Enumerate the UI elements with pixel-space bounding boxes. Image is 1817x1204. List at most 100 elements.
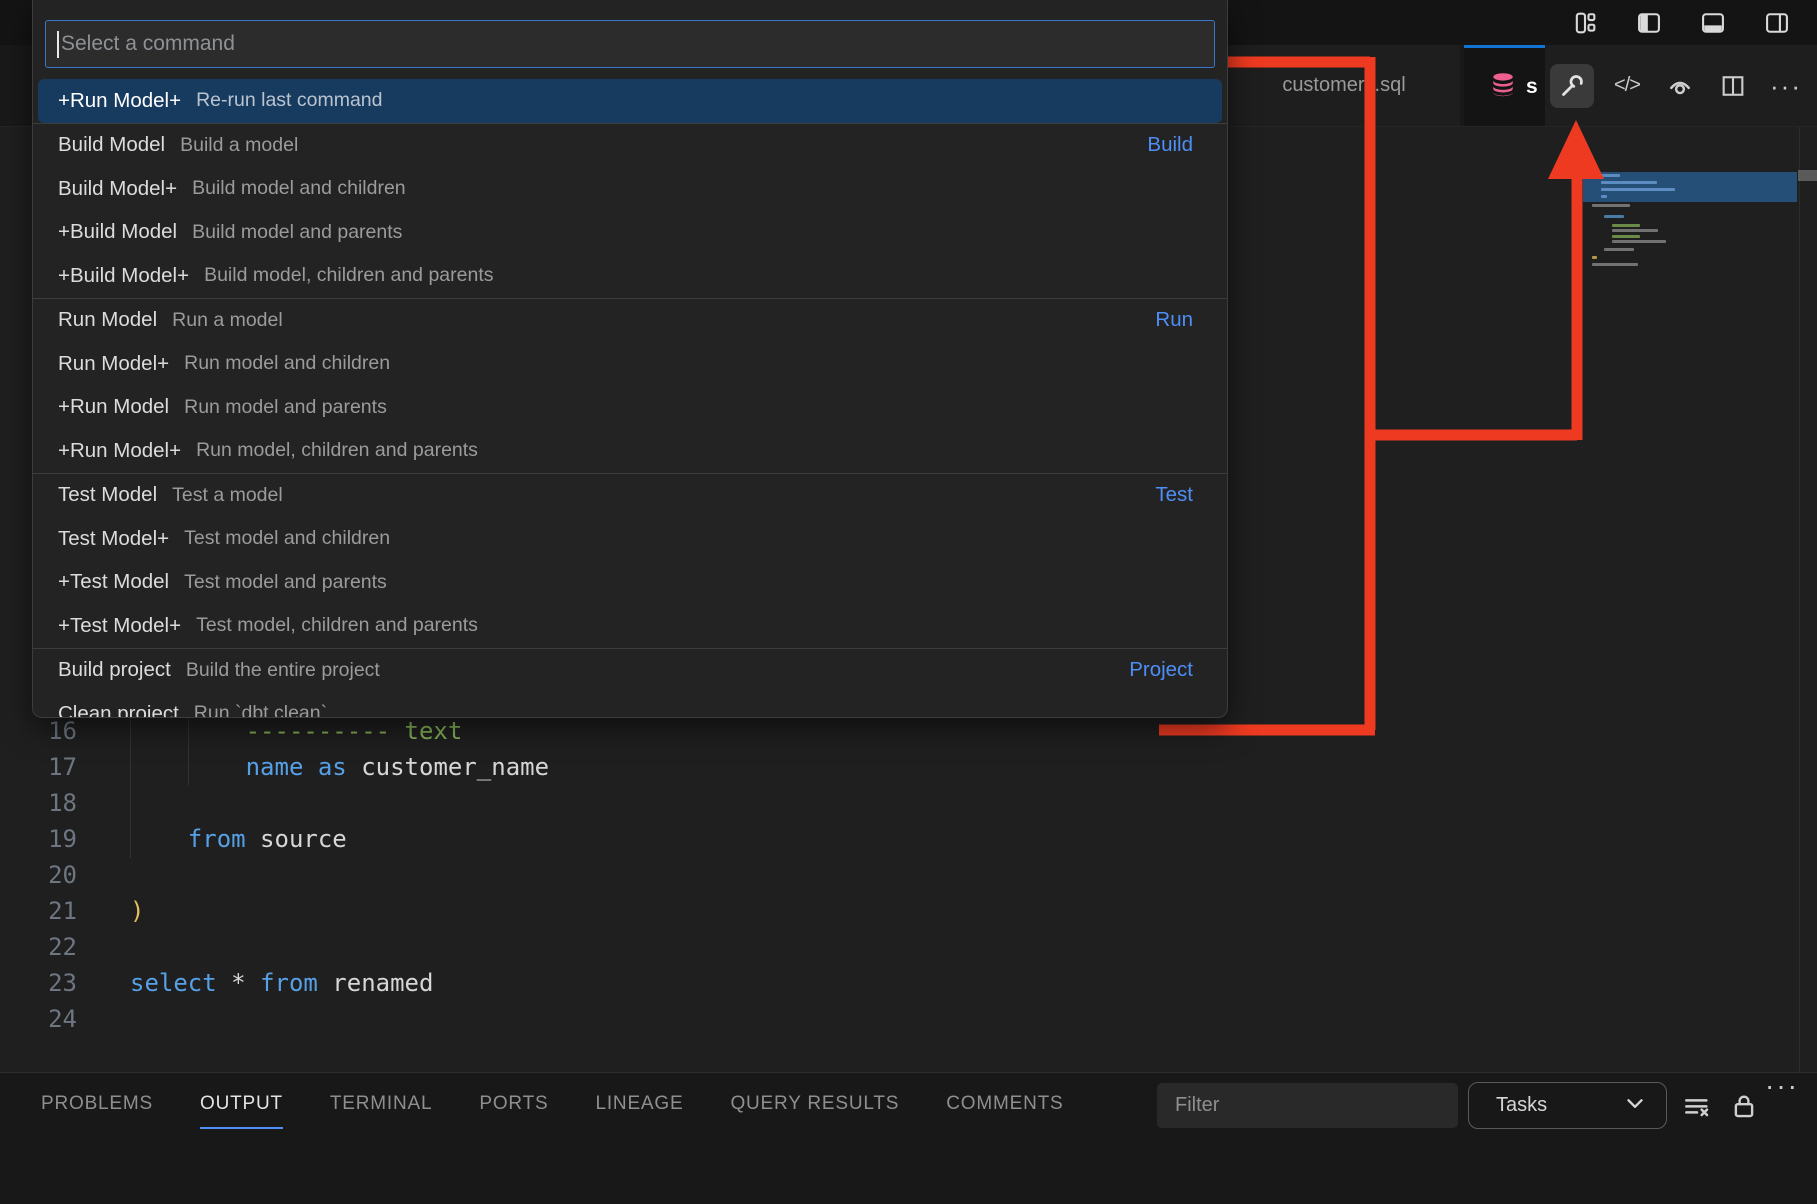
palette-item[interactable]: +Build ModelBuild model and parents <box>38 211 1222 255</box>
toggle-panel-icon[interactable] <box>1693 3 1733 43</box>
palette-item-description: Test a model <box>172 484 283 507</box>
palette-item-description: Re-run last command <box>196 89 382 112</box>
palette-item-action-link[interactable]: Build <box>1147 133 1193 157</box>
lock-icon[interactable] <box>1729 1091 1759 1126</box>
split-editor-icon[interactable] <box>1713 66 1753 106</box>
panel-tab-query-results[interactable]: QUERY RESULTS <box>730 1073 899 1135</box>
tasks-dropdown[interactable]: Tasks <box>1468 1082 1667 1129</box>
palette-item-description: Test model and parents <box>184 571 387 594</box>
code-icon[interactable]: </> <box>1607 66 1647 106</box>
code-line[interactable]: 23select * from renamed <box>0 965 1500 1001</box>
minimap-line <box>1612 240 1666 243</box>
palette-item-action-link[interactable]: Project <box>1129 658 1193 682</box>
minimap-line <box>1601 181 1657 184</box>
palette-item[interactable]: +Run Model Run model and parents <box>38 386 1222 430</box>
panel-tabs: PROBLEMS OUTPUT TERMINAL PORTS LINEAGE QUERY … <box>41 1073 1063 1135</box>
palette-item[interactable]: +Run Model+Re-run last command <box>38 79 1222 123</box>
palette-item[interactable]: +Test Model Test model and parents <box>38 561 1222 605</box>
code-text: ) <box>130 893 144 929</box>
toggle-sidebar-left-icon[interactable] <box>1629 3 1669 43</box>
command-input[interactable]: Select a command <box>45 20 1215 68</box>
palette-item[interactable]: Test Model+ Test model and children <box>38 517 1222 561</box>
panel-tab-terminal[interactable]: TERMINAL <box>330 1073 432 1135</box>
palette-item-description: Run model and parents <box>184 396 387 419</box>
code-line[interactable]: 17 name as customer_name <box>0 749 1500 785</box>
indent-guide <box>188 715 189 785</box>
editor-actions-toolbar: </> ··· <box>1545 45 1817 126</box>
app-window: customers.sql s </> <box>0 0 1817 1204</box>
palette-item[interactable]: +Run Model+Run model, children and paren… <box>38 429 1222 473</box>
palette-item[interactable]: Run ModelRun a modelRun <box>38 299 1222 343</box>
minimap-line <box>1604 215 1624 218</box>
code-line[interactable]: 20 <box>0 857 1500 893</box>
scrollbar-track <box>1799 127 1800 1072</box>
palette-item-label: Test Model <box>58 483 157 507</box>
palette-item-description: Test model, children and parents <box>196 614 478 637</box>
more-icon[interactable]: ··· <box>1765 1081 1799 1100</box>
command-palette: Select a command +Run Model+Re-run last … <box>32 0 1228 718</box>
palette-item[interactable]: +Build Model+Build model, children and p… <box>38 254 1222 298</box>
palette-item[interactable]: Run Model+Run model and children <box>38 342 1222 386</box>
palette-item-label: +Test Model+ <box>58 614 181 638</box>
palette-item-description: Build the entire project <box>186 659 380 682</box>
minimap-slider[interactable] <box>1798 170 1817 181</box>
panel-tab-lineage[interactable]: LINEAGE <box>595 1073 683 1135</box>
palette-item-description: Run model and children <box>184 352 390 375</box>
palette-list: +Run Model+Re-run last commandBuild Mode… <box>33 79 1227 718</box>
palette-item-label: Test Model+ <box>58 527 169 551</box>
minimap-line <box>1592 204 1630 207</box>
minimap-line <box>1601 188 1675 191</box>
palette-item-action-link[interactable]: Test <box>1155 483 1193 507</box>
line-number: 17 <box>0 749 77 785</box>
tab-customers-sql[interactable]: customers.sql <box>1228 45 1460 126</box>
minimap-line <box>1612 224 1640 227</box>
palette-item-label: Build project <box>58 658 171 682</box>
code-text: from source <box>130 821 347 857</box>
palette-item-label: Clean project <box>58 702 179 718</box>
clear-output-icon[interactable] <box>1681 1091 1713 1128</box>
line-number: 16 <box>0 713 77 749</box>
wrench-icon[interactable] <box>1550 64 1594 108</box>
line-number: 21 <box>0 893 77 929</box>
code-line[interactable]: 22 <box>0 929 1500 965</box>
code-text: name as customer_name <box>130 749 549 785</box>
palette-item-description: Test model and children <box>184 527 390 550</box>
palette-item-action-link[interactable]: Run <box>1155 308 1193 332</box>
customize-layout-icon[interactable] <box>1565 3 1605 43</box>
palette-item[interactable]: Build Model Build a model Build <box>38 124 1222 168</box>
minimap-line <box>1592 263 1638 266</box>
minimap-line <box>1592 256 1597 259</box>
palette-item-label: +Run Model <box>58 395 169 419</box>
code-line[interactable]: 21) <box>0 893 1500 929</box>
palette-item-label: Build Model <box>58 133 165 157</box>
palette-item-description: Run a model <box>172 309 283 332</box>
palette-item[interactable]: Test Model Test a model Test <box>38 474 1222 518</box>
code-text: ---------- text <box>130 713 462 749</box>
palette-item-description: Run `dbt clean` <box>194 702 327 718</box>
palette-item[interactable]: +Test Model+ Test model, children and par… <box>38 604 1222 648</box>
panel-tab-output[interactable]: OUTPUT <box>200 1073 283 1135</box>
palette-item[interactable]: Build Model+Build model and children <box>38 167 1222 211</box>
palette-item-label: +Test Model <box>58 570 169 594</box>
minimap-line <box>1612 229 1658 232</box>
code-line[interactable]: 19 from source <box>0 821 1500 857</box>
preview-icon[interactable] <box>1660 66 1700 106</box>
panel-tab-comments[interactable]: COMMENTS <box>946 1073 1063 1135</box>
command-input-placeholder: Select a command <box>61 32 235 56</box>
code-text: select * from renamed <box>130 965 433 1001</box>
more-actions-icon[interactable]: ··· <box>1766 66 1806 106</box>
line-number: 20 <box>0 857 77 893</box>
code-line[interactable]: 24 <box>0 1001 1500 1037</box>
code-line[interactable]: 16 ---------- text <box>0 713 1500 749</box>
palette-item[interactable]: Clean project Run `dbt clean` <box>38 692 1222 718</box>
filter-input[interactable]: Filter <box>1157 1083 1458 1128</box>
panel-tab-ports[interactable]: PORTS <box>479 1073 548 1135</box>
minimap[interactable] <box>1583 168 1797 298</box>
palette-item-description: Build a model <box>180 134 298 157</box>
tab-active-schema[interactable]: s <box>1464 45 1545 126</box>
code-line[interactable]: 18 <box>0 785 1500 821</box>
toggle-sidebar-right-icon[interactable] <box>1757 3 1797 43</box>
panel-tab-problems[interactable]: PROBLEMS <box>41 1073 153 1135</box>
palette-item-description: Run model, children and parents <box>196 439 478 462</box>
palette-item[interactable]: Build project Build the entire project Pro… <box>38 649 1222 693</box>
